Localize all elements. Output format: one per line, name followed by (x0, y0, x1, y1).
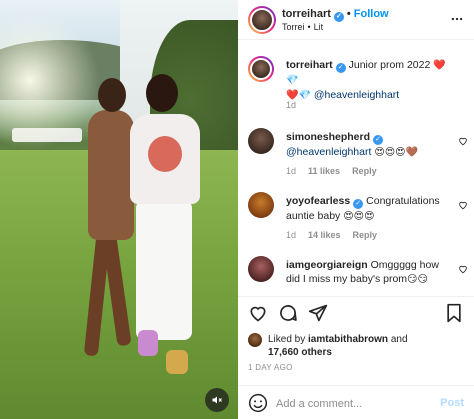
comment-time[interactable]: 1d (286, 230, 296, 240)
verified-badge-icon: ✓ (373, 135, 384, 145)
verified-badge-icon: ✓ (333, 12, 344, 22)
post-actions: Liked by iamtabithabrown and 17,660 othe… (238, 296, 474, 419)
audio-track[interactable]: Lit (314, 22, 324, 32)
comment-text: simoneshepherd ✓ @heavenleighhart 😍😍😍🤎 (286, 130, 454, 160)
list-item: simoneshepherd ✓ @heavenleighhart 😍😍😍🤎 1d… (248, 128, 468, 182)
reply-button[interactable]: Reply (353, 230, 378, 240)
caption-username[interactable]: torreihart (286, 59, 333, 71)
header-user-line: torreihart ✓ • Follow (282, 8, 389, 22)
reply-button[interactable]: Reply (352, 166, 377, 176)
comment-username[interactable]: iamgeorgiareign (286, 259, 368, 271)
mute-button[interactable] (205, 388, 229, 412)
liked-by-others[interactable]: 17,660 others (268, 347, 332, 358)
heart-icon[interactable] (458, 264, 468, 274)
header-audio-line: Torrei • Lit (282, 22, 324, 32)
like-heart-icon[interactable] (248, 303, 268, 323)
caption-text: torreihart ✓ Junior prom 2022 ❤️💎 ❤️💎 @he… (286, 58, 454, 103)
post-photo[interactable] (0, 0, 238, 419)
list-item: yoyofearless ✓ Congratulations auntie bab… (248, 192, 468, 246)
audio-artist[interactable]: Torrei (282, 22, 305, 32)
comment-meta: 1d 11 likes Reply (286, 166, 389, 176)
caption-mention[interactable]: @heavenleighhart (314, 89, 399, 101)
avatar[interactable] (248, 333, 262, 347)
liked-by-and: and (390, 334, 408, 345)
caption-time[interactable]: 1d (286, 100, 296, 110)
avatar[interactable] (248, 256, 274, 282)
comment-likes[interactable]: 14 likes (308, 230, 341, 240)
comment-time[interactable]: 1d (286, 166, 296, 176)
more-options-icon[interactable] (450, 12, 464, 26)
comments-list[interactable]: torreihart ✓ Junior prom 2022 ❤️💎 ❤️💎 @he… (238, 42, 474, 296)
comment-mention[interactable]: @heavenleighhart (286, 146, 371, 158)
comment-username[interactable]: simoneshepherd (286, 131, 370, 143)
comment-emojis: 😍😍😍🤎 (374, 147, 419, 158)
post-time-ago[interactable]: 1 DAY AGO (248, 363, 293, 372)
liked-by-prefix: Liked by (268, 334, 306, 345)
comment-text: yoyofearless ✓ Congratulations auntie bab… (286, 194, 454, 224)
caption: torreihart ✓ Junior prom 2022 ❤️💎 ❤️💎 @he… (248, 56, 468, 116)
share-paper-plane-icon[interactable] (308, 303, 328, 323)
caption-meta: 1d (286, 100, 308, 110)
avatar[interactable] (248, 192, 274, 218)
liked-by-text: Liked by iamtabithabrown and 17,660 othe… (268, 333, 468, 359)
avatar[interactable] (248, 56, 274, 82)
verified-badge-icon: ✓ (353, 199, 364, 209)
comment-bubble-icon[interactable] (278, 303, 298, 323)
comment-username[interactable]: yoyofearless (286, 195, 350, 207)
list-item: iamgeorgiareign Omggggg how did I miss m… (248, 256, 468, 296)
liked-by-user[interactable]: iamtabithabrown (308, 334, 388, 345)
verified-badge-icon: ✓ (335, 63, 346, 73)
comment-input[interactable] (276, 395, 426, 413)
post-side-panel: torreihart ✓ • Follow Torrei • Lit torreihart… (238, 0, 474, 419)
speaker-muted-icon (212, 396, 222, 404)
comment-emojis: 😍😍😍 (343, 211, 375, 222)
bookmark-icon[interactable] (444, 303, 464, 323)
comment-meta: 1d 14 likes Reply (286, 230, 389, 240)
avatar[interactable] (248, 6, 276, 34)
separator-dot: • (346, 8, 351, 20)
comment-likes[interactable]: 11 likes (308, 166, 340, 176)
post-button[interactable]: Post (440, 397, 464, 409)
caption-body: Junior prom 2022 (348, 59, 431, 71)
add-comment-row: Post (238, 385, 474, 419)
heart-icon[interactable] (458, 136, 468, 146)
header-username[interactable]: torreihart (282, 8, 331, 20)
comment-text: iamgeorgiareign Omggggg how did I miss m… (286, 258, 454, 287)
emoji-smiley-icon[interactable] (248, 393, 268, 413)
photo-person-right (122, 74, 212, 374)
post-header: torreihart ✓ • Follow Torrei • Lit (238, 0, 474, 40)
avatar[interactable] (248, 128, 274, 154)
heart-icon[interactable] (458, 200, 468, 210)
follow-button[interactable]: Follow (354, 8, 389, 20)
comment-emojis: 😏😏 (407, 274, 428, 285)
